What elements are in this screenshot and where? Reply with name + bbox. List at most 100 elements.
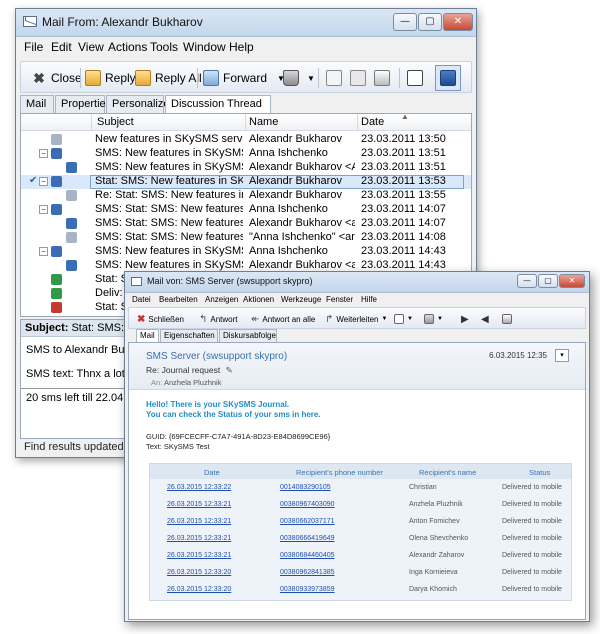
cell-date[interactable]: 26.03.2015 12:33:21 <box>167 518 231 525</box>
title-bar[interactable]: Mail From: Alexandr Bukharov — ▢ ✕ <box>16 9 476 37</box>
table-row[interactable]: − SMS: New features in SKySMS server Anna … <box>21 245 471 259</box>
tab-eigenschaften[interactable]: Eigenschaften <box>160 329 218 342</box>
column-subject[interactable]: Subject <box>97 116 134 128</box>
move-icon <box>394 314 404 324</box>
print-button[interactable] <box>502 313 512 325</box>
cell-phone[interactable]: 00380933973859 <box>280 586 335 593</box>
delete-button[interactable]: ▼ <box>424 313 443 325</box>
close-icon: ✖ <box>33 70 45 86</box>
cell-date[interactable]: 26.03.2015 12:33:20 <box>167 586 231 593</box>
forward-button[interactable]: ↱ Weiterleiten ▼ <box>325 313 387 325</box>
chevron-down-icon[interactable]: ▼ <box>307 74 315 83</box>
reply-all-label: Reply All <box>155 71 202 85</box>
menu-tools[interactable]: Tools <box>150 40 178 54</box>
mark-unread-button[interactable] <box>350 68 366 88</box>
cell-date[interactable]: 26.03.2015 12:33:21 <box>167 535 231 542</box>
header-status: Status <box>529 468 551 477</box>
column-name[interactable]: Name <box>249 116 278 128</box>
tab-discussion-thread[interactable]: Discussion Thread <box>165 95 271 114</box>
cell-phone[interactable]: 00380684460405 <box>280 552 335 559</box>
mark-read-button[interactable] <box>326 68 342 88</box>
table-row[interactable]: − SMS: Stat: SMS: New features in SKy Anna… <box>21 203 471 217</box>
subject-text: Re: Journal request <box>146 365 221 375</box>
maximize-button[interactable]: ▢ <box>538 274 558 288</box>
minimize-button[interactable]: — <box>393 13 417 31</box>
tab-personalize[interactable]: Personalize <box>106 95 169 113</box>
menu-hilfe[interactable]: Hilfe <box>361 295 377 304</box>
cell-date[interactable]: 26.03.2015 12:33:21 <box>167 501 231 508</box>
delete-button[interactable]: ▼ <box>283 68 315 88</box>
table-row[interactable]: SMS: New features in SKySMS server Alexan… <box>21 161 471 175</box>
layout-button[interactable] <box>407 68 423 88</box>
table-row[interactable]: ✔− Stat: SMS: New features in SKySMS s Ale… <box>21 175 471 189</box>
forward-button[interactable]: Forward ▼ <box>203 68 285 88</box>
title-bar[interactable]: Mail von: SMS Server (swsupport skypro) … <box>125 272 589 293</box>
message-type-icon <box>66 218 77 229</box>
header-toggle-icon[interactable]: ▾ <box>555 349 569 362</box>
cell-phone[interactable]: 00380666419649 <box>280 535 335 542</box>
chevron-down-icon[interactable]: ▼ <box>407 316 413 322</box>
previous-button[interactable]: ◀ <box>481 313 489 325</box>
close-button[interactable]: ✖ Close <box>31 68 82 88</box>
menu-datei[interactable]: Datei <box>132 295 151 304</box>
menu-view[interactable]: View <box>78 40 104 54</box>
close-window-button[interactable]: ✕ <box>559 274 585 288</box>
reply-button[interactable]: ↰ Antwort <box>199 313 238 325</box>
cell-phone[interactable]: 0014083290105 <box>280 484 331 491</box>
preview-pane-button[interactable] <box>435 65 461 91</box>
cell-date[interactable]: 26.03.2015 12:33:20 <box>167 569 231 576</box>
tab-diskursabfolge[interactable]: Diskursabfolge <box>219 329 277 342</box>
table-row[interactable]: New features in SKySMS server Alexandr Bu… <box>21 133 471 147</box>
table-row[interactable]: − SMS: New features in SKySMS server Anna … <box>21 147 471 161</box>
cell-phone[interactable]: 00380967403090 <box>280 501 335 508</box>
menu-actions[interactable]: Actions <box>108 40 147 54</box>
collapse-toggle-icon[interactable]: − <box>39 149 48 158</box>
message-type-icon <box>51 134 62 145</box>
menu-anzeigen[interactable]: Anzeigen <box>205 295 238 304</box>
collapse-toggle-icon[interactable]: − <box>39 247 48 256</box>
chevron-down-icon[interactable]: ▼ <box>381 316 387 322</box>
menu-edit[interactable]: Edit <box>51 40 72 54</box>
header-phone: Recipient's phone number <box>296 468 383 477</box>
reply-button[interactable]: Reply <box>85 68 136 88</box>
cell-phone[interactable]: 00380962841385 <box>280 569 335 576</box>
menu-fenster[interactable]: Fenster <box>326 295 353 304</box>
menu-window[interactable]: Window <box>183 40 226 54</box>
close-label: Close <box>51 71 82 85</box>
menu-aktionen[interactable]: Aktionen <box>243 295 274 304</box>
cell-date[interactable]: 26.03.2015 12:33:21 <box>167 552 231 559</box>
reply-all-arrow-icon: ↞ <box>251 313 260 325</box>
maximize-button[interactable]: ▢ <box>418 13 442 31</box>
edit-pencil-icon[interactable]: ✎ <box>226 365 233 375</box>
cell-phone[interactable]: 00380662037171 <box>280 518 335 525</box>
collapse-toggle-icon[interactable]: − <box>39 177 48 186</box>
toolbar: ✖ Schließen ↰ Antwort ↞ Antwort an alle … <box>128 307 586 329</box>
envelope-icon <box>350 70 366 86</box>
tab-mail[interactable]: Mail <box>20 95 54 113</box>
table-row[interactable]: SMS: Stat: SMS: New features in SK "Anna … <box>21 231 471 245</box>
next-button[interactable]: ▶ <box>461 313 469 325</box>
table-row[interactable]: Re: Stat: SMS: New features in SKyS Alexa… <box>21 189 471 203</box>
reply-all-button[interactable]: Reply All <box>135 68 202 88</box>
move-button[interactable]: ▼ <box>394 313 413 325</box>
reply-all-button[interactable]: ↞ Antwort an alle <box>251 313 315 325</box>
minimize-button[interactable]: — <box>517 274 537 288</box>
collapse-toggle-icon[interactable]: − <box>39 205 48 214</box>
chevron-down-icon[interactable]: ▼ <box>437 316 443 322</box>
tab-properties[interactable]: Properties <box>55 95 111 113</box>
table-row[interactable]: SMS: Stat: SMS: New features in SK Alexan… <box>21 217 471 231</box>
cell-date[interactable]: 26.03.2015 12:33:22 <box>167 484 231 491</box>
menu-bearbeiten[interactable]: Bearbeiten <box>159 295 198 304</box>
cell-subject: SMS: New features in SKySMS server <box>95 147 243 159</box>
recipient-name[interactable]: Anzhela Pluzhnik <box>164 378 222 387</box>
menu-help[interactable]: Help <box>229 40 254 54</box>
close-window-button[interactable]: ✕ <box>443 13 473 31</box>
tab-mail[interactable]: Mail <box>136 329 159 342</box>
menu-file[interactable]: File <box>24 40 43 54</box>
menu-werkzeuge[interactable]: Werkzeuge <box>281 295 321 304</box>
column-date[interactable]: Date <box>361 116 384 128</box>
mail-icon <box>131 277 142 286</box>
sender-name[interactable]: SMS Server (swsupport skypro) <box>146 351 287 362</box>
print-button[interactable] <box>374 68 390 88</box>
close-button[interactable]: ✖ Schließen <box>137 313 184 325</box>
